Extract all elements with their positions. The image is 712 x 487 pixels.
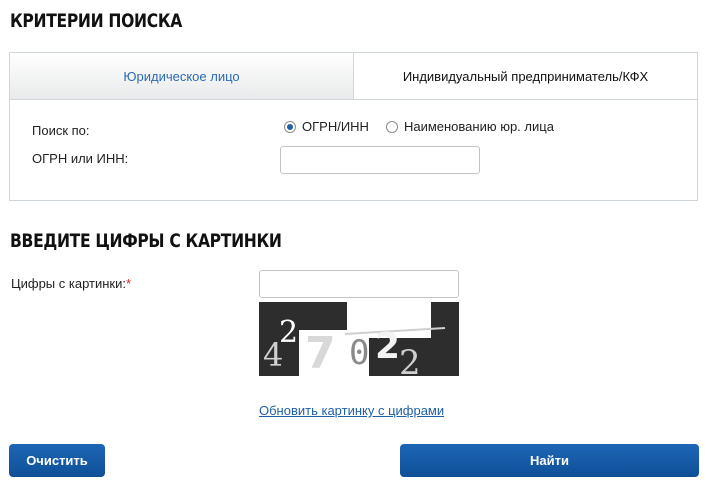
- radio-option-name[interactable]: Наименованию юр. лица: [385, 119, 554, 134]
- required-mark: *: [125, 276, 132, 291]
- captcha-label-text: Цифры с картинки:: [11, 276, 126, 291]
- ogrn-inn-label: ОГРН или ИНН:: [32, 151, 129, 166]
- ogrn-inn-input[interactable]: [280, 146, 480, 174]
- radio-name-label: Наименованию юр. лица: [403, 119, 554, 134]
- radio-ogrn-inn-label: ОГРН/ИНН: [302, 119, 369, 134]
- captcha-digit: 2: [399, 343, 421, 376]
- tab-legal-entity[interactable]: Юридическое лицо: [10, 53, 354, 99]
- search-by-radio-group: ОГРН/ИНН Наименованию юр. лица: [284, 119, 571, 134]
- captcha-heading: ВВЕДИТЕ ЦИФРЫ С КАРТИНКИ: [10, 230, 282, 252]
- clear-button[interactable]: Очистить: [9, 444, 105, 477]
- captcha-digit: 2: [375, 326, 400, 367]
- captcha-digit: 7: [305, 328, 336, 376]
- captcha-input[interactable]: [259, 270, 459, 298]
- entity-type-tabs: Юридическое лицо Индивидуальный предприн…: [10, 53, 697, 100]
- captcha-label: Цифры с картинки:*: [11, 276, 131, 291]
- search-criteria-heading: КРИТЕРИИ ПОИСКА: [10, 10, 183, 32]
- radio-option-ogrn-inn[interactable]: ОГРН/ИНН: [284, 119, 369, 134]
- radio-ogrn-inn[interactable]: [284, 120, 296, 133]
- find-button[interactable]: Найти: [400, 444, 699, 477]
- captcha-digit: 0: [349, 333, 369, 373]
- tab-individual-entrepreneur[interactable]: Индивидуальный предприниматель/КФХ: [354, 53, 697, 99]
- search-by-label: Поиск по:: [32, 123, 90, 138]
- radio-name[interactable]: [385, 120, 398, 133]
- captcha-image: 4 2 7 0 2 2: [259, 302, 459, 376]
- refresh-captcha-link[interactable]: Обновить картинку с цифрами: [259, 403, 444, 418]
- captcha-digit: 2: [279, 315, 298, 350]
